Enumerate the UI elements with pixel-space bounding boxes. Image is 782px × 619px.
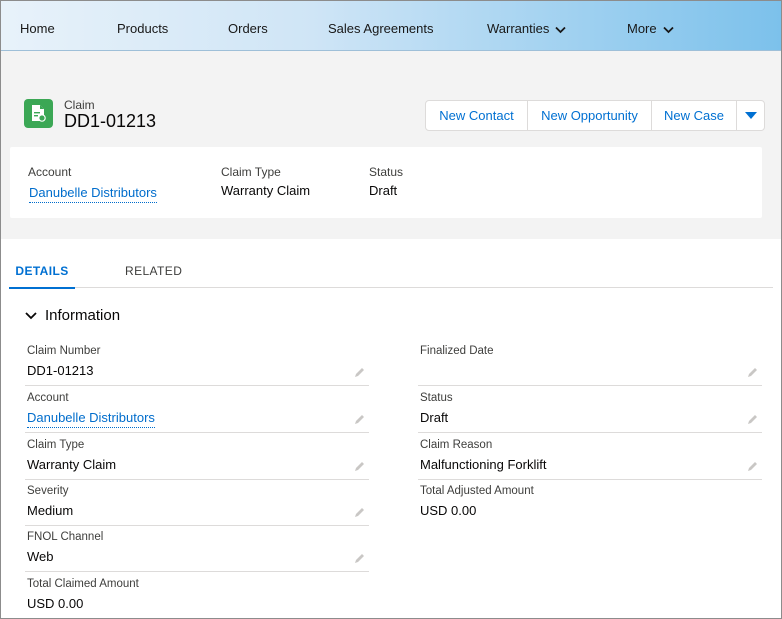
highlight-claim-type-value: Warranty Claim	[221, 183, 311, 198]
field-label: Finalized Date	[420, 345, 494, 357]
nav-item-more[interactable]: More	[627, 1, 674, 51]
nav-item-products[interactable]: Products	[117, 1, 168, 51]
field-claim-reason: Claim Reason Malfunctioning Forklift	[418, 433, 762, 480]
record-detail-card: DETAILS RELATED Information Claim Number…	[1, 239, 781, 618]
field-label: FNOL Channel	[27, 531, 104, 543]
nav-item-warranties[interactable]: Warranties	[487, 1, 567, 51]
highlight-status-value: Draft	[369, 183, 398, 198]
field-label: Claim Type	[27, 439, 85, 451]
nav-item-label: Sales Agreements	[328, 21, 434, 36]
more-actions-button[interactable]	[737, 101, 764, 130]
field-value: DD1-01213	[27, 363, 94, 378]
new-opportunity-button[interactable]: New Opportunity	[528, 101, 652, 130]
chevron-down-icon	[25, 312, 37, 320]
highlight-claim-type-label: Claim Type	[221, 165, 281, 179]
highlight-status-label: Status	[369, 165, 404, 179]
new-contact-button[interactable]: New Contact	[426, 101, 528, 130]
object-label: Claim	[64, 98, 95, 112]
nav-item-home[interactable]: Home	[20, 1, 55, 51]
edit-pencil-icon[interactable]	[354, 551, 365, 569]
field-status: Status Draft	[418, 386, 762, 433]
nav-item-orders[interactable]: Orders	[228, 1, 268, 51]
field-value: Malfunctioning Forklift	[420, 457, 547, 472]
chevron-down-icon[interactable]	[662, 2, 674, 57]
edit-pencil-icon[interactable]	[747, 365, 758, 383]
action-button-group: New Contact New Opportunity New Case	[425, 100, 765, 131]
nav-item-label: Home	[20, 21, 55, 36]
edit-pencil-icon[interactable]	[747, 412, 758, 430]
nav-item-sales-agreements[interactable]: Sales Agreements	[328, 1, 434, 51]
field-label: Severity	[27, 485, 69, 497]
nav-item-label: Warranties	[487, 21, 550, 36]
field-label: Claim Number	[27, 345, 101, 357]
record-title: DD1-01213	[64, 111, 157, 131]
claim-document-icon	[24, 99, 53, 128]
field-account: Account Danubelle Distributors	[25, 386, 369, 433]
field-total-claimed-amount: Total Claimed Amount USD 0.00	[25, 572, 369, 618]
account-link-text[interactable]: Danubelle Distributors	[27, 410, 155, 428]
section-title: Information	[45, 307, 121, 324]
field-label: Total Claimed Amount	[27, 578, 139, 590]
tab-related[interactable]: RELATED	[125, 239, 182, 288]
account-link-text[interactable]: Danubelle Distributors	[29, 185, 157, 203]
highlight-account-label: Account	[28, 165, 72, 179]
edit-pencil-icon[interactable]	[354, 459, 365, 477]
edit-pencil-icon[interactable]	[354, 365, 365, 383]
top-navigation-bar: Home Products Orders Sales Agreements Wa…	[1, 1, 781, 51]
field-claim-number: Claim Number DD1-01213	[25, 339, 369, 386]
field-label: Claim Reason	[420, 439, 493, 451]
chevron-down-icon[interactable]	[555, 2, 567, 57]
field-value: USD 0.00	[420, 503, 477, 518]
field-claim-type: Claim Type Warranty Claim	[25, 433, 369, 480]
app-window: Home Products Orders Sales Agreements Wa…	[0, 0, 782, 619]
tab-details[interactable]: DETAILS	[9, 239, 75, 289]
field-value: Web	[27, 549, 54, 564]
nav-item-label: Products	[117, 21, 169, 36]
field-fnol-channel: FNOL Channel Web	[25, 525, 369, 572]
field-value: USD 0.00	[27, 596, 84, 611]
highlight-account-link[interactable]: Danubelle Distributors	[29, 185, 157, 203]
highlights-panel: Account Danubelle Distributors Claim Typ…	[10, 147, 762, 218]
edit-pencil-icon[interactable]	[354, 505, 365, 523]
edit-pencil-icon[interactable]	[354, 412, 365, 430]
field-severity: Severity Medium	[25, 479, 369, 526]
field-value: Draft	[420, 410, 449, 425]
field-label: Total Adjusted Amount	[420, 485, 534, 497]
field-value: Warranty Claim	[27, 457, 117, 472]
field-finalized-date: Finalized Date	[418, 339, 762, 386]
field-label: Account	[27, 392, 69, 404]
field-label: Status	[420, 392, 453, 404]
tab-bar: DETAILS RELATED	[9, 239, 773, 289]
field-total-adjusted-amount: Total Adjusted Amount USD 0.00	[418, 479, 762, 526]
edit-pencil-icon[interactable]	[747, 459, 758, 477]
nav-item-label: More	[627, 21, 657, 36]
new-case-button[interactable]: New Case	[652, 101, 737, 130]
field-value: Medium	[27, 503, 74, 518]
nav-item-label: Orders	[228, 21, 268, 36]
account-link[interactable]: Danubelle Distributors	[27, 410, 155, 428]
caret-down-icon	[744, 112, 757, 119]
